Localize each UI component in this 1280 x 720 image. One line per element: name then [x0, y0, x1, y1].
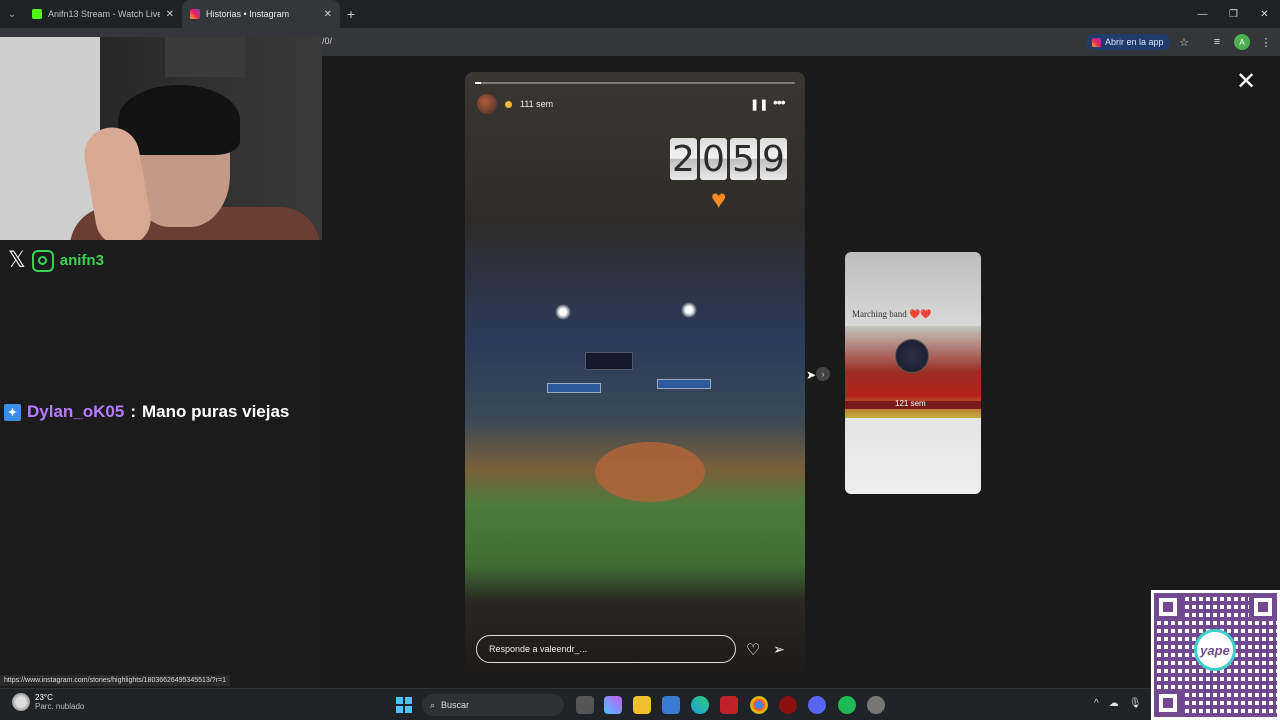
microphone-icon[interactable]: 🎙	[1129, 698, 1142, 709]
browser-tabbar: ⌄ Anifn13 Stream - Watch Live o ✕ Histor…	[0, 0, 1280, 28]
weather-condition: Parc. nublado	[35, 702, 85, 711]
task-view-icon[interactable]	[576, 696, 594, 714]
webcam-overlay	[0, 37, 322, 240]
qr-pattern: yape	[1154, 593, 1277, 717]
qr-finder	[1249, 593, 1277, 621]
open-in-app-label: Abrir en la app	[1105, 37, 1164, 47]
flip-clock-sticker: 2 0 5 9	[670, 138, 787, 180]
close-tab-icon[interactable]: ✕	[166, 9, 174, 20]
pause-icon[interactable]: ❚❚	[750, 98, 768, 111]
profile-avatar[interactable]: A	[1234, 34, 1250, 50]
stadium-banner	[547, 383, 601, 393]
tab-title: Historias • Instagram	[206, 9, 290, 19]
chat-badge-icon: ✦	[4, 403, 21, 421]
chat-message-text: Mano puras viejas	[142, 402, 290, 421]
system-tray: ^ ☁ 🎙	[1094, 698, 1141, 709]
preview-caption: Marching band ❤️❤️	[852, 309, 932, 319]
weather-temperature: 23°C	[35, 693, 53, 702]
story-progress-fill	[475, 82, 482, 84]
yape-qr-code: yape	[1151, 590, 1280, 720]
yape-logo-icon: yape	[1194, 629, 1236, 671]
kick-icon	[32, 9, 42, 19]
close-window-icon[interactable]: ✕	[1249, 0, 1280, 28]
stadium-light	[555, 304, 571, 320]
file-explorer-icon[interactable]	[633, 696, 651, 714]
x-logo-icon: 𝕏	[8, 248, 26, 273]
windows-taskbar: 23°C Parc. nublado ⌕ Buscar ^ ☁ 🎙	[0, 688, 1280, 720]
chat-separator: :	[130, 402, 136, 421]
clock-digit: 0	[700, 138, 727, 180]
stadium-light	[681, 302, 697, 318]
instagram-icon	[1092, 37, 1101, 47]
clock-digit: 9	[760, 138, 787, 180]
status-bar-url: https://www.instagram.com/stories/highli…	[0, 675, 230, 686]
address-bar[interactable]: /0/	[322, 36, 332, 46]
close-tab-icon[interactable]: ✕	[324, 9, 332, 20]
chat-username: Dylan_oK05	[27, 402, 125, 421]
preview-time-ago: 121 sem	[895, 399, 926, 408]
active-story[interactable]: 111 sem ❚❚ ••• 2 0 5 9 ♥ Responde a vale…	[465, 72, 805, 674]
social-handle-overlay: 𝕏 anifn3	[8, 248, 104, 273]
chrome-icon[interactable]	[750, 696, 768, 714]
like-heart-icon[interactable]: ♡	[746, 640, 760, 660]
clock-digit: 5	[730, 138, 757, 180]
settings-app-icon[interactable]	[867, 696, 885, 714]
tray-expand-icon[interactable]: ^	[1094, 698, 1099, 709]
search-label: Buscar	[441, 700, 470, 710]
bookmark-star-icon[interactable]: ☆	[1176, 34, 1192, 50]
chat-message-overlay: ✦ Dylan_oK05 : Mano puras viejas	[4, 402, 289, 422]
weather-widget[interactable]: 23°C Parc. nublado	[12, 693, 84, 711]
reply-input[interactable]: Responde a valeendr_...	[476, 635, 736, 663]
screen: ⌄ Anifn13 Stream - Watch Live o ✕ Histor…	[0, 0, 1280, 720]
red-app-icon[interactable]	[720, 696, 738, 714]
mouse-cursor-icon: ➤	[806, 368, 817, 382]
menu-kebab-icon[interactable]: ⋮	[1258, 34, 1274, 50]
taskbar-search[interactable]: ⌕ Buscar	[422, 694, 564, 716]
preview-avatar	[895, 339, 929, 373]
clock-digit: 2	[670, 138, 697, 180]
windows-start-icon[interactable]	[396, 697, 412, 713]
tab-title: Anifn13 Stream - Watch Live o	[48, 9, 160, 19]
media-controls-icon[interactable]: ≡	[1209, 34, 1225, 50]
tab-search-button[interactable]: ⌄	[0, 0, 24, 28]
close-stories-icon[interactable]: ✕	[1236, 70, 1256, 94]
stadium-banner	[657, 379, 711, 389]
window-controls: — ❐ ✕	[1187, 0, 1280, 28]
maximize-icon[interactable]: ❐	[1218, 0, 1249, 28]
baseball-infield	[595, 442, 705, 502]
edge-icon[interactable]	[691, 696, 709, 714]
game-app-icon[interactable]	[779, 696, 797, 714]
discord-icon[interactable]	[808, 696, 826, 714]
more-options-icon[interactable]: •••	[773, 94, 786, 110]
tab-instagram-stories[interactable]: Historias • Instagram ✕	[182, 0, 340, 28]
search-icon: ⌕	[430, 699, 436, 710]
next-story-arrow-icon[interactable]: ›	[816, 367, 830, 381]
webcam-background	[165, 37, 245, 77]
weather-icon	[12, 693, 30, 711]
qr-finder	[1154, 689, 1182, 717]
minimize-icon[interactable]: —	[1187, 0, 1218, 28]
social-handle: anifn3	[59, 252, 104, 269]
story-avatar[interactable]	[477, 94, 497, 114]
qr-finder	[1154, 593, 1182, 621]
open-in-app-button[interactable]: Abrir en la app	[1086, 34, 1170, 50]
copilot-icon[interactable]	[604, 696, 622, 714]
instagram-icon	[190, 9, 200, 19]
orange-heart-icon: ♥	[711, 184, 727, 214]
stadium-scoreboard	[585, 352, 633, 370]
new-tab-button[interactable]: +	[340, 6, 362, 22]
store-icon[interactable]	[662, 696, 680, 714]
spotify-icon[interactable]	[838, 696, 856, 714]
story-time-ago: 111 sem	[520, 99, 554, 109]
story-progress-bar	[475, 82, 795, 84]
highlight-dot-icon	[505, 101, 512, 108]
webcam-background	[0, 37, 100, 240]
next-story-preview[interactable]: Marching band ❤️❤️ 121 sem	[845, 252, 981, 494]
instagram-logo-icon	[31, 249, 54, 272]
tab-kick-stream[interactable]: Anifn13 Stream - Watch Live o ✕	[24, 0, 182, 28]
network-icon[interactable]: ☁	[1109, 698, 1119, 709]
send-icon[interactable]: ➢	[773, 641, 785, 658]
